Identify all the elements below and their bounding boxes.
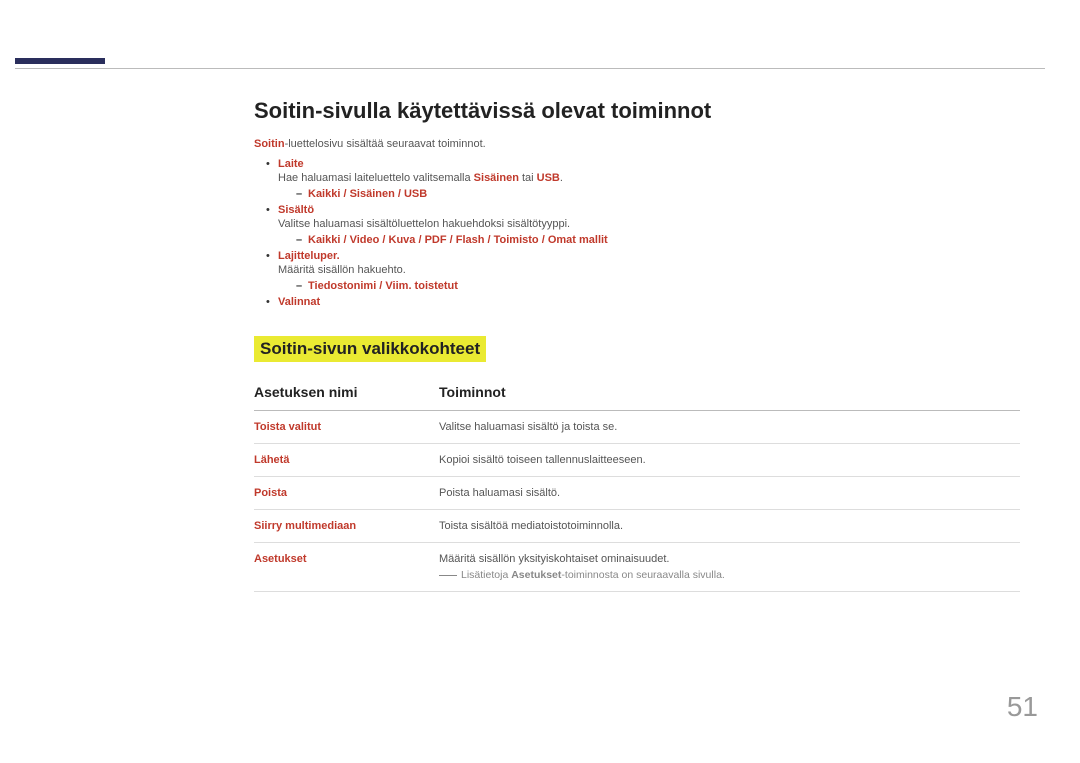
sub-option: Kaikki / Video / Kuva / PDF / Flash / To… <box>308 234 608 246</box>
long-dash-icon <box>439 575 457 576</box>
option-name: Lähetä <box>254 444 439 477</box>
feature-sub: Tiedostonimi / Viim. toistetut <box>296 280 1020 292</box>
table-row: Asetukset Määritä sisällön yksityiskohta… <box>254 543 1020 592</box>
options-table: Asetuksen nimi Toiminnot Toista valitut … <box>254 376 1020 592</box>
section-title: Soitin-sivun valikkokohteet <box>254 336 486 362</box>
intro-strong: Soitin <box>254 138 285 150</box>
sub-option: Kaikki / Sisäinen / USB <box>308 188 427 200</box>
feature-label: Laite <box>278 158 304 170</box>
page-title: Soitin-sivulla käytettävissä olevat toim… <box>254 98 1020 124</box>
feature-sub: Kaikki / Sisäinen / USB <box>296 188 1020 200</box>
feature-desc: Määritä sisällön hakuehto. <box>278 264 1020 276</box>
header-divider <box>15 68 1045 69</box>
page-content: Soitin-sivulla käytettävissä olevat toim… <box>254 98 1020 592</box>
option-name: Toista valitut <box>254 411 439 444</box>
feature-sub: Kaikki / Video / Kuva / PDF / Flash / To… <box>296 234 1020 246</box>
feature-item-valinnat: Valinnat <box>266 296 1020 308</box>
option-func: Määritä sisällön yksityiskohtaiset omina… <box>439 543 1020 592</box>
feature-item-lajittelu: Lajitteluper. Määritä sisällön hakuehto.… <box>266 250 1020 292</box>
option-func: Poista haluamasi sisältö. <box>439 477 1020 510</box>
feature-label: Lajitteluper. <box>278 250 340 262</box>
table-row: Toista valitut Valitse haluamasi sisältö… <box>254 411 1020 444</box>
table-row: Poista Poista haluamasi sisältö. <box>254 477 1020 510</box>
option-name: Siirry multimediaan <box>254 510 439 543</box>
feature-label: Sisältö <box>278 204 314 216</box>
table-row: Lähetä Kopioi sisältö toiseen tallennusl… <box>254 444 1020 477</box>
option-func: Valitse haluamasi sisältö ja toista se. <box>439 411 1020 444</box>
option-name: Poista <box>254 477 439 510</box>
option-note: Lisätietoja Asetukset-toiminnosta on seu… <box>439 569 1020 581</box>
feature-item-laite: Laite Hae haluamasi laiteluettelo valits… <box>266 158 1020 200</box>
feature-list: Laite Hae haluamasi laiteluettelo valits… <box>266 158 1020 308</box>
feature-label: Valinnat <box>278 296 320 308</box>
page-number: 51 <box>1007 691 1038 723</box>
column-header-func: Toiminnot <box>439 376 1020 411</box>
feature-desc: Valitse haluamasi sisältöluettelon hakue… <box>278 218 1020 230</box>
option-func: Toista sisältöä mediatoistotoiminnolla. <box>439 510 1020 543</box>
sub-option: Tiedostonimi / Viim. toistetut <box>308 280 458 292</box>
feature-desc: Hae haluamasi laiteluettelo valitsemalla… <box>278 172 1020 184</box>
intro-rest: -luettelosivu sisältää seuraavat toiminn… <box>285 138 486 150</box>
column-header-name: Asetuksen nimi <box>254 376 439 411</box>
feature-item-sisalto: Sisältö Valitse haluamasi sisältöluettel… <box>266 204 1020 246</box>
intro-text: Soitin-luettelosivu sisältää seuraavat t… <box>254 138 1020 150</box>
table-row: Siirry multimediaan Toista sisältöä medi… <box>254 510 1020 543</box>
option-name: Asetukset <box>254 543 439 592</box>
header-accent-bar <box>15 58 105 64</box>
option-func: Kopioi sisältö toiseen tallennuslaittees… <box>439 444 1020 477</box>
